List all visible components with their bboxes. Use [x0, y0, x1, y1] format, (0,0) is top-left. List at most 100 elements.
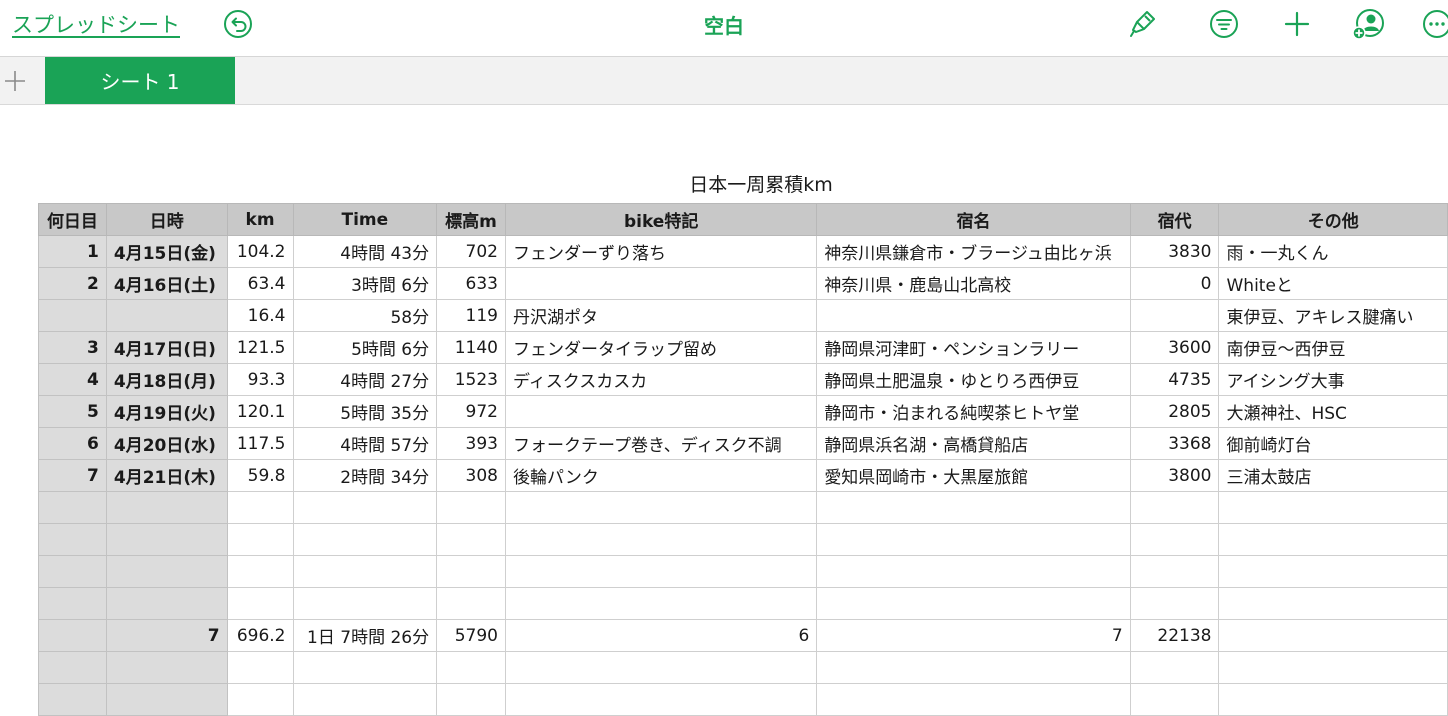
cell-lodging-cost[interactable] — [1129, 299, 1220, 332]
column-header-distance-km[interactable]: km — [226, 203, 294, 236]
cell-other-notes[interactable]: 雨・一丸くん — [1218, 235, 1448, 268]
cell-ride-time[interactable]: 5時間 35分 — [292, 395, 438, 428]
cell-day-number[interactable]: 7 — [38, 459, 107, 492]
cell-day-number[interactable] — [38, 619, 107, 652]
cell-day-number[interactable] — [38, 555, 107, 588]
cell-elevation-m[interactable]: 702 — [436, 235, 506, 268]
cell-ride-time[interactable]: 3時間 6分 — [292, 267, 438, 300]
cell-day-number[interactable] — [38, 587, 107, 620]
cell-elevation-m[interactable]: 308 — [436, 459, 506, 492]
cell-other-notes[interactable]: 御前崎灯台 — [1218, 427, 1448, 460]
cell-day-number[interactable] — [38, 651, 107, 684]
column-header-day-number[interactable]: 何日目 — [38, 203, 107, 236]
column-header-elevation-m[interactable]: 標高m — [436, 203, 506, 236]
cell-elevation-m[interactable] — [436, 587, 506, 620]
cell-lodging-name[interactable] — [816, 299, 1131, 332]
cell-lodging-name[interactable]: 静岡県土肥温泉・ゆとりろ西伊豆 — [816, 363, 1131, 396]
cell-lodging-name[interactable] — [816, 555, 1131, 588]
cell-distance-km[interactable]: 117.5 — [226, 427, 294, 460]
cell-date[interactable]: 7 — [105, 619, 228, 652]
cell-distance-km[interactable]: 59.8 — [226, 459, 294, 492]
cell-other-notes[interactable]: 大瀬神社、HSC — [1218, 395, 1448, 428]
cell-date[interactable] — [105, 523, 228, 556]
cell-other-notes[interactable] — [1218, 491, 1448, 524]
cell-lodging-name[interactable] — [816, 491, 1131, 524]
add-sheet-button[interactable] — [0, 57, 30, 104]
cell-lodging-cost[interactable] — [1129, 651, 1220, 684]
cell-elevation-m[interactable] — [436, 683, 506, 716]
cell-date[interactable] — [105, 491, 228, 524]
cell-lodging-cost[interactable] — [1129, 683, 1220, 716]
cell-day-number[interactable]: 3 — [38, 331, 107, 364]
back-to-spreadsheets-link[interactable]: スプレッドシート — [12, 9, 180, 39]
cell-lodging-cost[interactable]: 3830 — [1129, 235, 1220, 268]
cell-date[interactable] — [105, 651, 228, 684]
cell-lodging-cost[interactable]: 3600 — [1129, 331, 1220, 364]
cell-other-notes[interactable] — [1218, 523, 1448, 556]
column-header-ride-time[interactable]: Time — [292, 203, 438, 236]
column-header-other-notes[interactable]: その他 — [1218, 203, 1448, 236]
cell-date[interactable]: 4月21日(木) — [105, 459, 228, 492]
cell-bike-notes[interactable] — [504, 267, 818, 300]
undo-icon[interactable] — [222, 8, 254, 40]
cell-distance-km[interactable]: 121.5 — [226, 331, 294, 364]
cell-bike-notes[interactable]: 丹沢湖ポタ — [504, 299, 818, 332]
cell-day-number[interactable] — [38, 523, 107, 556]
cell-day-number[interactable] — [38, 683, 107, 716]
cell-lodging-cost[interactable] — [1129, 555, 1220, 588]
cell-elevation-m[interactable] — [436, 491, 506, 524]
cell-bike-notes[interactable]: 後輪パンク — [504, 459, 818, 492]
cell-distance-km[interactable]: 93.3 — [226, 363, 294, 396]
cell-lodging-name[interactable]: 静岡市・泊まれる純喫茶ヒトヤ堂 — [816, 395, 1131, 428]
cell-distance-km[interactable]: 16.4 — [226, 299, 294, 332]
cell-elevation-m[interactable]: 972 — [436, 395, 506, 428]
filter-icon[interactable] — [1208, 8, 1240, 40]
cell-lodging-cost[interactable] — [1129, 491, 1220, 524]
cell-date[interactable]: 4月16日(土) — [105, 267, 228, 300]
cell-ride-time[interactable]: 4時間 43分 — [292, 235, 438, 268]
cell-bike-notes[interactable]: ディスクスカスカ — [504, 363, 818, 396]
cell-distance-km[interactable] — [226, 651, 294, 684]
cell-ride-time[interactable]: 5時間 6分 — [292, 331, 438, 364]
cell-lodging-cost[interactable] — [1129, 587, 1220, 620]
cell-distance-km[interactable] — [226, 491, 294, 524]
column-header-lodging-name[interactable]: 宿名 — [816, 203, 1131, 236]
cell-ride-time[interactable]: 4時間 27分 — [292, 363, 438, 396]
cell-date[interactable] — [105, 683, 228, 716]
cell-distance-km[interactable]: 120.1 — [226, 395, 294, 428]
cell-other-notes[interactable]: 三浦太鼓店 — [1218, 459, 1448, 492]
cell-other-notes[interactable] — [1218, 651, 1448, 684]
cell-ride-time[interactable] — [292, 523, 438, 556]
cell-date[interactable] — [105, 555, 228, 588]
cell-lodging-cost[interactable]: 2805 — [1129, 395, 1220, 428]
cell-ride-time[interactable] — [292, 491, 438, 524]
cell-day-number[interactable] — [38, 299, 107, 332]
cell-lodging-name[interactable]: 静岡県河津町・ペンションラリー — [816, 331, 1131, 364]
cell-bike-notes[interactable]: 6 — [504, 619, 818, 652]
cell-date[interactable] — [105, 587, 228, 620]
cell-day-number[interactable]: 6 — [38, 427, 107, 460]
cell-elevation-m[interactable]: 1523 — [436, 363, 506, 396]
cell-bike-notes[interactable] — [504, 523, 818, 556]
cell-ride-time[interactable] — [292, 587, 438, 620]
cell-other-notes[interactable] — [1218, 683, 1448, 716]
cell-bike-notes[interactable]: フォークテープ巻き、ディスク不調 — [504, 427, 818, 460]
more-icon[interactable] — [1421, 8, 1448, 40]
cell-distance-km[interactable] — [226, 587, 294, 620]
collaborate-icon[interactable] — [1352, 8, 1384, 40]
format-brush-icon[interactable] — [1127, 8, 1159, 40]
column-header-date[interactable]: 日時 — [105, 203, 228, 236]
cell-ride-time[interactable]: 4時間 57分 — [292, 427, 438, 460]
cell-distance-km[interactable]: 696.2 — [226, 619, 294, 652]
cell-other-notes[interactable]: 南伊豆〜西伊豆 — [1218, 331, 1448, 364]
cell-ride-time[interactable]: 1日 7時間 26分 — [292, 619, 438, 652]
cell-ride-time[interactable]: 58分 — [292, 299, 438, 332]
cell-other-notes[interactable] — [1218, 587, 1448, 620]
cell-lodging-name[interactable] — [816, 651, 1131, 684]
cell-other-notes[interactable]: 東伊豆、アキレス腱痛い — [1218, 299, 1448, 332]
cell-bike-notes[interactable] — [504, 555, 818, 588]
cell-other-notes[interactable] — [1218, 619, 1448, 652]
cell-date[interactable]: 4月17日(日) — [105, 331, 228, 364]
cell-ride-time[interactable]: 2時間 34分 — [292, 459, 438, 492]
cell-other-notes[interactable]: アイシング大事 — [1218, 363, 1448, 396]
